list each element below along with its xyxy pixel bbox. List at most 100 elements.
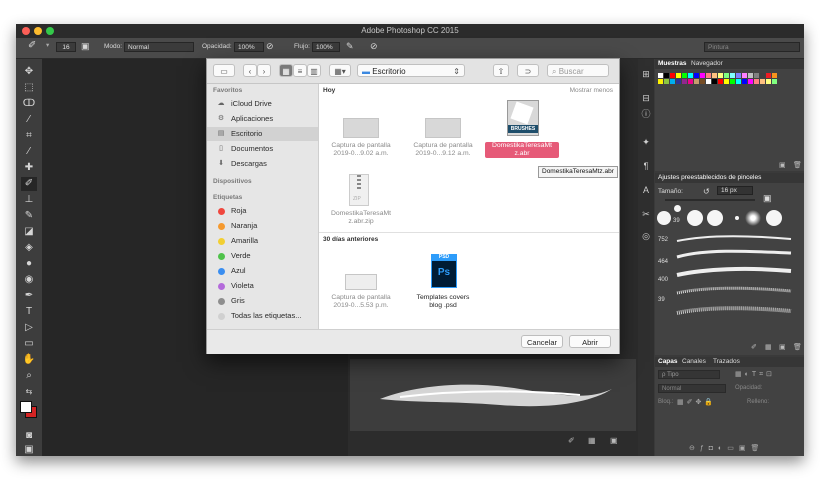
brush-tool-icon[interactable]: ✐ — [21, 177, 37, 191]
stamp-tool-icon[interactable]: ⊥ — [21, 193, 37, 207]
character-panel-icon[interactable]: A — [641, 185, 651, 195]
search-field[interactable]: ⌕ Buscar — [547, 64, 609, 77]
size-slider[interactable] — [665, 199, 755, 201]
forward-button[interactable]: › — [257, 64, 271, 77]
zip-file-icon[interactable]: ZIP — [349, 174, 369, 206]
back-button[interactable]: ‹ — [243, 64, 257, 77]
color-swatch[interactable] — [748, 79, 753, 84]
color-swatch[interactable] — [712, 73, 717, 78]
color-swatch[interactable] — [700, 73, 705, 78]
sidebar-item-tag[interactable]: Naranja — [207, 219, 318, 233]
close-window-button[interactable] — [22, 27, 30, 35]
delete-swatch-icon[interactable]: 🗑 — [793, 161, 802, 169]
color-swatch[interactable] — [664, 73, 669, 78]
tab-swatches[interactable]: Muestras — [658, 60, 687, 67]
color-swatch[interactable] — [706, 73, 711, 78]
blur-tool-icon[interactable]: ● — [21, 257, 37, 271]
brush-tip-soft[interactable] — [745, 210, 761, 226]
color-swatch[interactable] — [736, 79, 741, 84]
brush-tool-icon[interactable]: ✐ — [28, 40, 36, 51]
mode-select[interactable]: Normal — [124, 42, 194, 52]
file-thumbnail-capture-3[interactable] — [345, 274, 377, 290]
brush-tip-hard-3[interactable] — [707, 210, 723, 226]
foreground-color-swatch-top[interactable] — [20, 401, 32, 413]
color-swatch[interactable] — [742, 79, 747, 84]
tool-preset-arrow-icon[interactable]: ▾ — [46, 41, 49, 49]
pen-tool-icon[interactable]: ✒ — [21, 289, 37, 303]
hand-tool-icon[interactable]: ✋ — [21, 353, 37, 367]
properties-panel-icon[interactable]: ⊟ — [641, 93, 651, 103]
tab-layers[interactable]: Capas — [658, 358, 678, 365]
color-swatch[interactable] — [724, 79, 729, 84]
color-swatch[interactable] — [724, 73, 729, 78]
paragraph-panel-icon[interactable]: ¶ — [641, 161, 651, 171]
panel-grid-icon[interactable]: ▦ — [588, 436, 596, 445]
eyedropper-tool-icon[interactable]: ⁄ — [21, 145, 37, 159]
pressure-opacity-icon[interactable]: ⊘ — [266, 41, 274, 52]
quick-mask-icon[interactable]: ◙ — [21, 429, 37, 443]
swap-colors-icon[interactable]: ⇆ — [21, 385, 37, 399]
new-preset-icon[interactable]: ▣ — [763, 193, 772, 204]
size-field[interactable]: 16 px — [717, 186, 753, 195]
eraser-tool-icon[interactable]: ◪ — [21, 225, 37, 239]
color-swatch[interactable] — [754, 79, 759, 84]
color-swatch[interactable] — [670, 79, 675, 84]
layer-filter-icons[interactable]: ▦◐T⌗⊡ — [735, 370, 775, 379]
file-capture-1[interactable]: Captura de pantalla 2019-0...9.02 a.m. — [321, 142, 401, 158]
healing-tool-icon[interactable]: ✚ — [21, 161, 37, 175]
icon-view-button[interactable]: ▦ — [279, 64, 293, 77]
panel-grid-icon[interactable]: ▦ — [765, 343, 772, 351]
color-swatch[interactable] — [718, 73, 723, 78]
delete-brush-icon[interactable]: 🗑 — [793, 343, 802, 351]
shape-tool-icon[interactable]: ▭ — [21, 337, 37, 351]
color-swatch[interactable] — [706, 79, 711, 84]
layer-footer-icons[interactable]: ⊖ƒ◘◐▭▣🗑 — [689, 444, 764, 452]
color-swatch[interactable] — [736, 73, 741, 78]
adjustments-panel-icon[interactable]: ✦ — [641, 137, 651, 147]
brush-options-icon[interactable]: ✐ — [568, 436, 575, 445]
color-swatch[interactable] — [658, 73, 663, 78]
color-swatch[interactable] — [718, 79, 723, 84]
cancel-button[interactable]: Cancelar — [521, 335, 563, 348]
color-swatch[interactable] — [772, 73, 777, 78]
list-view-button[interactable]: ≡ — [293, 64, 307, 77]
new-swatch-icon[interactable]: ▣ — [779, 161, 786, 169]
file-zip[interactable]: DomestikaTeresaMt z.abr.zip — [321, 210, 401, 226]
tags-button[interactable]: ⊃ — [517, 64, 539, 77]
color-swatch[interactable] — [748, 73, 753, 78]
open-button[interactable]: Abrir — [569, 335, 611, 348]
color-swatch[interactable] — [682, 79, 687, 84]
file-thumbnail-capture-2[interactable] — [425, 118, 461, 138]
sidebar-item-favorite[interactable]: ⚙ Aplicaciones — [207, 112, 318, 126]
reset-size-icon[interactable]: ↺ — [703, 187, 710, 196]
create-brush-icon[interactable]: ▣ — [610, 436, 618, 445]
brush-panel-icon[interactable]: ◎ — [641, 231, 651, 241]
zoom-window-button[interactable] — [46, 27, 54, 35]
pressure-size-icon[interactable]: ⊘ — [370, 41, 378, 52]
color-swatch[interactable] — [658, 79, 663, 84]
screen-mode-icon[interactable]: ▣ — [21, 445, 37, 455]
history-panel-icon[interactable]: ⊞ — [641, 69, 651, 79]
tab-paths[interactable]: Trazados — [713, 358, 740, 365]
tab-navigator[interactable]: Navegador — [691, 60, 723, 67]
history-brush-tool-icon[interactable]: ✎ — [21, 209, 37, 223]
brush-options-icon[interactable]: ✐ — [751, 343, 757, 351]
sidebar-item-tag[interactable]: Verde — [207, 249, 318, 263]
column-view-button[interactable]: ▥ — [307, 64, 321, 77]
new-brush-icon[interactable]: ▣ — [779, 343, 786, 351]
sidebar-item-tag[interactable]: Violeta — [207, 279, 318, 293]
sidebar-item-favorite[interactable]: ▤ Escritorio — [207, 127, 318, 141]
sidebar-toggle-button[interactable]: ▭ — [213, 64, 235, 77]
file-psd[interactable]: Templates covers blog .psd — [403, 294, 483, 310]
brush-tip-tiny[interactable] — [735, 216, 739, 220]
color-swatch[interactable] — [694, 73, 699, 78]
dodge-tool-icon[interactable]: ◉ — [21, 273, 37, 287]
color-swatch[interactable] — [676, 79, 681, 84]
opacity-field[interactable]: 100% — [234, 42, 264, 52]
color-swatch[interactable] — [766, 79, 771, 84]
color-swatch[interactable] — [700, 79, 705, 84]
workspace-select[interactable]: Pintura — [704, 42, 800, 52]
color-swatch[interactable] — [712, 79, 717, 84]
sidebar-item-tag[interactable]: Todas las etiquetas... — [207, 309, 318, 323]
location-popup[interactable]: ▬ Escritorio ⇕ — [357, 64, 465, 77]
